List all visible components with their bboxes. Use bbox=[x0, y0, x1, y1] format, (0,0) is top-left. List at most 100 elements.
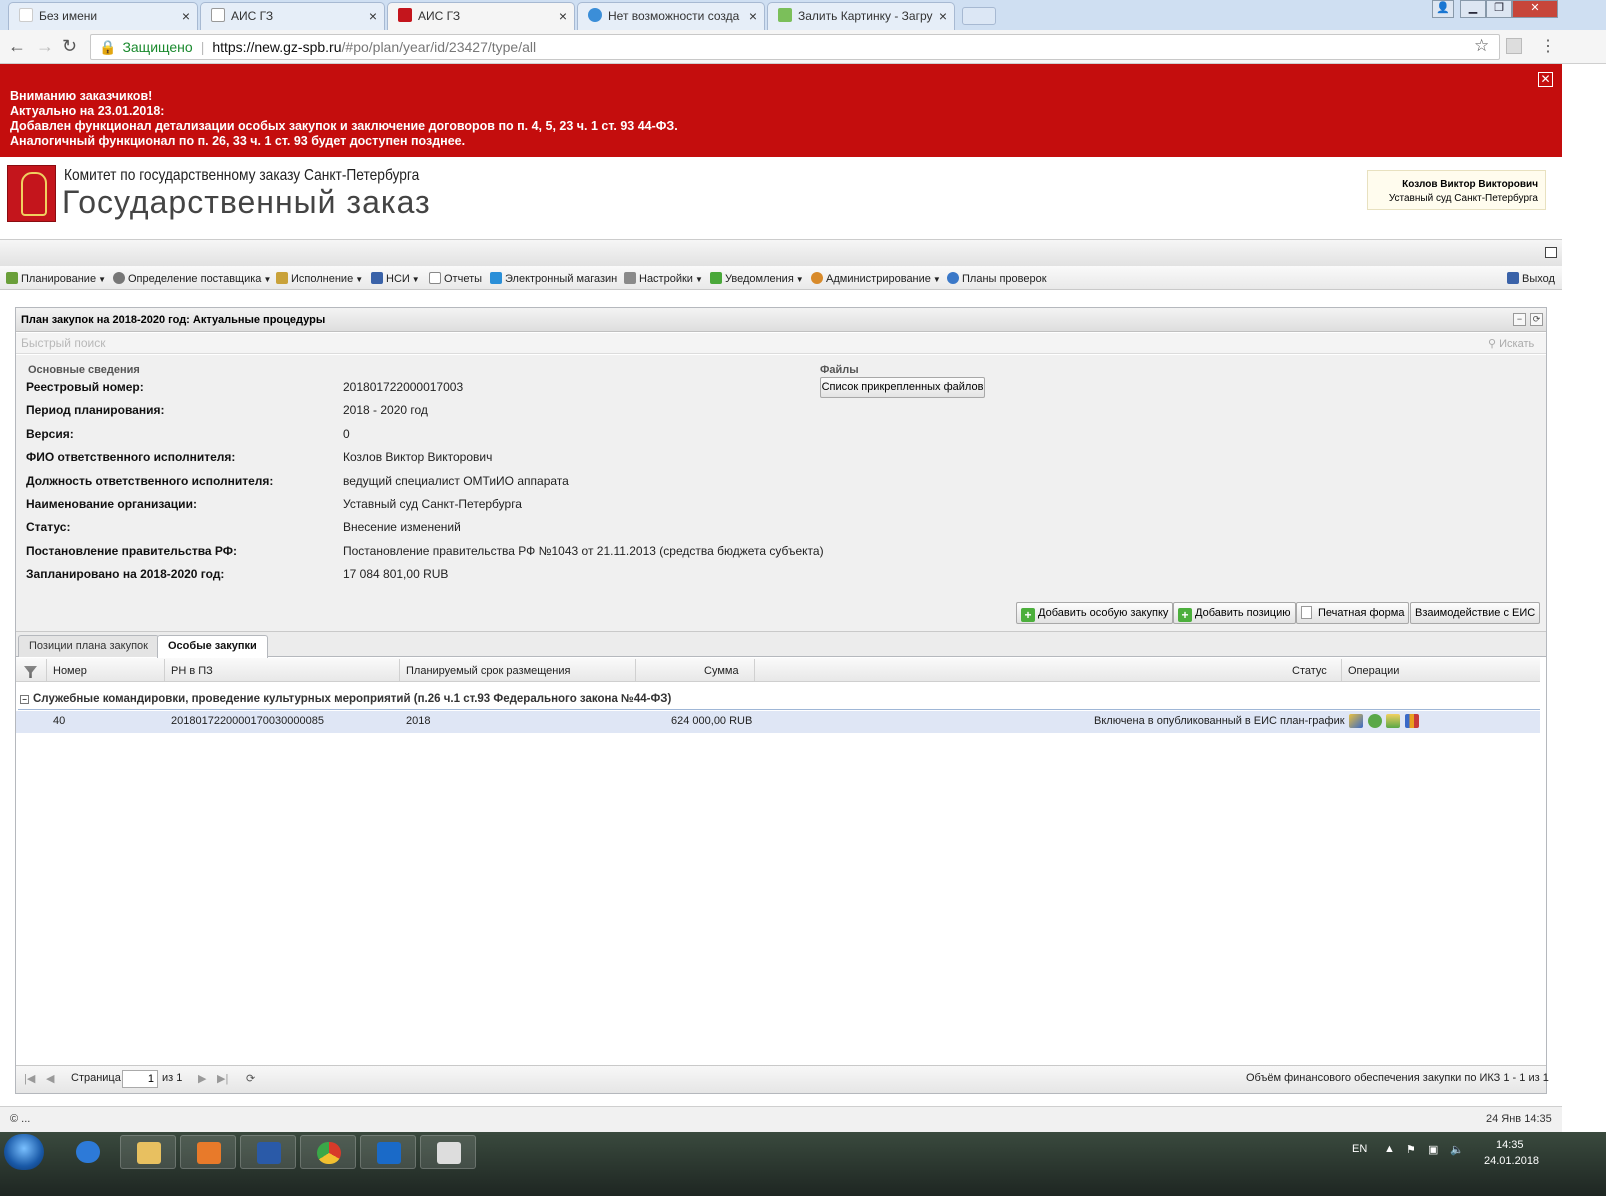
menu-supplier[interactable]: Определение поставщика ▼ bbox=[113, 272, 271, 285]
alert-banner: Вниманию заказчиков! Актуально на 23.01.… bbox=[0, 64, 1562, 157]
tab-special-purchases[interactable]: Особые закупки bbox=[157, 635, 268, 658]
menu-notifications[interactable]: Уведомления ▼ bbox=[710, 272, 804, 285]
edit-pencil-icon[interactable] bbox=[1349, 714, 1363, 728]
outlook-icon bbox=[377, 1142, 401, 1164]
menu-planning[interactable]: Планирование ▼ bbox=[6, 272, 106, 285]
field-value: Внесение изменений bbox=[343, 520, 461, 534]
add-special-purchase-button[interactable]: + Добавить особую закупку bbox=[1016, 602, 1174, 624]
plus-icon: + bbox=[1021, 608, 1035, 622]
menu-execution[interactable]: Исполнение ▼ bbox=[276, 272, 363, 285]
last-page-icon[interactable]: ▶| bbox=[217, 1072, 228, 1085]
menu-label: Планы проверок bbox=[962, 273, 1047, 285]
taskbar-outlook[interactable] bbox=[360, 1135, 416, 1169]
new-tab-button[interactable] bbox=[962, 7, 996, 25]
approve-icon[interactable] bbox=[1386, 714, 1400, 728]
volume-icon[interactable]: 🔈 bbox=[1450, 1143, 1464, 1156]
flag-icon[interactable]: ⚑ bbox=[1406, 1143, 1416, 1156]
field-value: Козлов Виктор Викторович bbox=[343, 450, 493, 464]
eis-interaction-button[interactable]: Взаимодействие с ЕИС bbox=[1410, 602, 1541, 624]
page-number-input[interactable]: 1 bbox=[122, 1070, 158, 1088]
menu-settings[interactable]: Настройки ▼ bbox=[624, 272, 703, 285]
menu-eshop[interactable]: Электронный магазин bbox=[490, 272, 617, 285]
tray-arrow-icon[interactable]: ▲ bbox=[1384, 1143, 1395, 1155]
browser-tab-4[interactable]: Нет возможности созда × bbox=[577, 2, 765, 30]
start-button-icon[interactable] bbox=[4, 1134, 44, 1170]
menu-inspections[interactable]: Планы проверок bbox=[947, 272, 1047, 285]
browser-tab-2[interactable]: АИС ГЗ × bbox=[200, 2, 385, 30]
browser-tab-5[interactable]: Залить Картинку - Загру × bbox=[767, 2, 955, 30]
taskbar-ie[interactable] bbox=[60, 1135, 116, 1169]
field-label: Период планирования: bbox=[26, 403, 165, 417]
back-icon[interactable]: ← bbox=[8, 36, 26, 57]
gears-icon bbox=[113, 272, 125, 284]
prev-page-icon[interactable]: ◀ bbox=[46, 1072, 54, 1085]
taskbar-chrome[interactable] bbox=[300, 1135, 356, 1169]
close-icon[interactable]: × bbox=[749, 3, 757, 29]
logout-button[interactable]: Выход bbox=[1507, 272, 1555, 285]
refresh-panel-icon[interactable]: ⟳ bbox=[1530, 313, 1543, 326]
browser-tab-title: Нет возможности созда bbox=[608, 9, 740, 23]
maximize-icon[interactable]: ❐ bbox=[1486, 0, 1512, 18]
menu-label: Определение поставщика bbox=[128, 273, 262, 285]
quick-search-input[interactable]: Быстрый поиск bbox=[16, 333, 1546, 354]
collapse-header-icon[interactable] bbox=[1545, 247, 1557, 258]
user-info[interactable]: Козлов Виктор Викторович Уставный суд Са… bbox=[1367, 170, 1546, 210]
collapse-panel-icon[interactable]: − bbox=[1513, 313, 1526, 326]
chevron-down-icon: ▼ bbox=[98, 275, 106, 284]
add-position-button[interactable]: + Добавить позицию bbox=[1173, 602, 1296, 624]
menu-label: Уведомления bbox=[725, 273, 794, 285]
field-label: Запланировано на 2018-2020 год: bbox=[26, 567, 225, 581]
user-org: Уставный суд Санкт-Петербурга bbox=[1388, 193, 1538, 204]
cart-icon bbox=[490, 272, 502, 284]
print-form-button[interactable]: Печатная форма bbox=[1296, 602, 1410, 624]
column-sum[interactable]: Сумма bbox=[704, 665, 739, 677]
field-value: Уставный суд Санкт-Петербурга bbox=[343, 497, 522, 511]
column-term[interactable]: Планируемый срок размещения bbox=[406, 665, 570, 677]
search-button[interactable]: ⚲ Искать bbox=[1488, 337, 1534, 350]
org-name: Комитет по государственному заказу Санкт… bbox=[64, 167, 420, 184]
refresh-icon[interactable]: ⟳ bbox=[246, 1072, 255, 1085]
column-rn[interactable]: РН в ПЗ bbox=[171, 665, 213, 677]
language-indicator[interactable]: EN bbox=[1352, 1143, 1367, 1155]
chrome-icon bbox=[317, 1142, 341, 1164]
alert-close-icon[interactable]: ✕ bbox=[1538, 72, 1553, 87]
window-close-icon[interactable]: ✕ bbox=[1512, 0, 1558, 18]
close-icon[interactable]: × bbox=[182, 3, 190, 29]
next-page-icon[interactable]: ▶ bbox=[198, 1072, 206, 1085]
profile-icon[interactable]: 👤 bbox=[1432, 0, 1454, 18]
menu-reports[interactable]: Отчеты bbox=[429, 272, 482, 285]
forward-icon[interactable]: → bbox=[36, 36, 54, 57]
close-icon[interactable]: × bbox=[369, 3, 377, 29]
chart-icon[interactable] bbox=[1405, 714, 1419, 728]
field-value: ведущий специалист ОМТиИО аппарата bbox=[343, 474, 569, 488]
collapse-toggle-icon[interactable]: − bbox=[20, 695, 29, 704]
tab-plan-positions[interactable]: Позиции плана закупок bbox=[18, 635, 159, 657]
taskbar-media[interactable] bbox=[180, 1135, 236, 1169]
menu-nsi[interactable]: НСИ ▼ bbox=[371, 272, 420, 285]
taskbar-explorer[interactable] bbox=[120, 1135, 176, 1169]
column-number[interactable]: Номер bbox=[53, 665, 87, 677]
user-icon bbox=[811, 272, 823, 284]
column-status[interactable]: Статус bbox=[1292, 665, 1327, 677]
extension-icon[interactable] bbox=[1506, 38, 1522, 54]
bookmark-star-icon[interactable]: ☆ bbox=[1474, 36, 1489, 56]
first-page-icon[interactable]: |◀ bbox=[24, 1072, 35, 1085]
taskbar-word[interactable] bbox=[240, 1135, 296, 1169]
url-input[interactable]: 🔒 Защищено | https://new.gz-spb.ru/#po/plan… bbox=[90, 34, 1500, 60]
settings-gear-icon[interactable] bbox=[1368, 714, 1382, 728]
footer-copyright: © ... bbox=[10, 1113, 31, 1125]
close-icon[interactable]: × bbox=[559, 3, 567, 29]
close-icon[interactable]: × bbox=[939, 3, 947, 29]
chevron-down-icon: ▼ bbox=[411, 275, 420, 284]
minimize-icon[interactable]: ▁ bbox=[1460, 0, 1486, 18]
group-header[interactable]: − Служебные командировки, проведение куль… bbox=[18, 690, 1540, 710]
menu-label: Электронный магазин bbox=[505, 273, 618, 285]
network-icon[interactable]: ▣ bbox=[1428, 1143, 1438, 1156]
attached-files-button[interactable]: Список прикрепленных файлов bbox=[820, 377, 985, 398]
browser-menu-icon[interactable]: ⋮ bbox=[1540, 36, 1556, 56]
reload-icon[interactable]: ↻ bbox=[62, 36, 77, 57]
browser-tab-1[interactable]: Без имени × bbox=[8, 2, 198, 30]
menu-admin[interactable]: Администрирование ▼ bbox=[811, 272, 941, 285]
browser-tab-3[interactable]: АИС ГЗ × bbox=[387, 2, 575, 30]
taskbar-ais[interactable] bbox=[420, 1135, 476, 1169]
